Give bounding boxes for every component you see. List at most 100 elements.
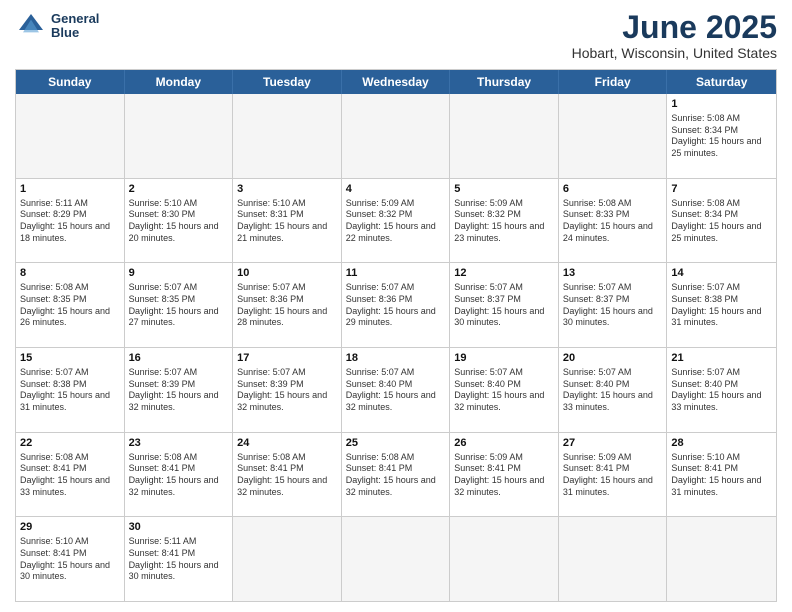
day-number: 8 [20, 266, 120, 281]
cell-info: Sunrise: 5:07 AMSunset: 8:40 PMDaylight:… [563, 367, 663, 414]
cell-info: Sunrise: 5:08 AMSunset: 8:35 PMDaylight:… [20, 282, 120, 329]
logo-line1: General [51, 12, 99, 26]
day-number: 4 [346, 182, 446, 197]
day-number: 6 [563, 182, 663, 197]
calendar: SundayMondayTuesdayWednesdayThursdayFrid… [15, 69, 777, 602]
day-number: 1 [671, 97, 772, 112]
cell-info: Sunrise: 5:11 AMSunset: 8:29 PMDaylight:… [20, 198, 120, 245]
cell-info: Sunrise: 5:09 AMSunset: 8:32 PMDaylight:… [454, 198, 554, 245]
day-cell-3: 3Sunrise: 5:10 AMSunset: 8:31 PMDaylight… [233, 179, 342, 263]
cell-info: Sunrise: 5:09 AMSunset: 8:41 PMDaylight:… [454, 452, 554, 499]
day-cell-15: 15Sunrise: 5:07 AMSunset: 8:38 PMDayligh… [16, 348, 125, 432]
cell-info: Sunrise: 5:08 AMSunset: 8:34 PMDaylight:… [671, 113, 772, 160]
empty-cell [667, 517, 776, 601]
day-cell-26: 26Sunrise: 5:09 AMSunset: 8:41 PMDayligh… [450, 433, 559, 517]
cell-info: Sunrise: 5:07 AMSunset: 8:35 PMDaylight:… [129, 282, 229, 329]
day-cell-17: 17Sunrise: 5:07 AMSunset: 8:39 PMDayligh… [233, 348, 342, 432]
day-number: 30 [129, 520, 229, 535]
cell-info: Sunrise: 5:07 AMSunset: 8:40 PMDaylight:… [671, 367, 772, 414]
cell-info: Sunrise: 5:10 AMSunset: 8:30 PMDaylight:… [129, 198, 229, 245]
day-cell-14: 14Sunrise: 5:07 AMSunset: 8:38 PMDayligh… [667, 263, 776, 347]
logo-line2: Blue [51, 26, 99, 40]
calendar-row-4: 22Sunrise: 5:08 AMSunset: 8:41 PMDayligh… [16, 433, 776, 518]
cell-info: Sunrise: 5:09 AMSunset: 8:41 PMDaylight:… [563, 452, 663, 499]
calendar-row-5: 29Sunrise: 5:10 AMSunset: 8:41 PMDayligh… [16, 517, 776, 601]
day-number: 5 [454, 182, 554, 197]
day-number: 1 [20, 182, 120, 197]
day-number: 23 [129, 436, 229, 451]
location: Hobart, Wisconsin, United States [572, 45, 777, 61]
empty-cell [559, 517, 668, 601]
day-number: 12 [454, 266, 554, 281]
cell-info: Sunrise: 5:08 AMSunset: 8:41 PMDaylight:… [346, 452, 446, 499]
day-cell-16: 16Sunrise: 5:07 AMSunset: 8:39 PMDayligh… [125, 348, 234, 432]
day-cell-23: 23Sunrise: 5:08 AMSunset: 8:41 PMDayligh… [125, 433, 234, 517]
day-header-friday: Friday [559, 70, 668, 94]
day-header-saturday: Saturday [667, 70, 776, 94]
day-cell-4: 4Sunrise: 5:09 AMSunset: 8:32 PMDaylight… [342, 179, 451, 263]
day-number: 11 [346, 266, 446, 281]
day-cell-29: 29Sunrise: 5:10 AMSunset: 8:41 PMDayligh… [16, 517, 125, 601]
day-number: 27 [563, 436, 663, 451]
day-number: 13 [563, 266, 663, 281]
calendar-row-2: 8Sunrise: 5:08 AMSunset: 8:35 PMDaylight… [16, 263, 776, 348]
cell-info: Sunrise: 5:10 AMSunset: 8:31 PMDaylight:… [237, 198, 337, 245]
logo-icon [15, 10, 47, 42]
day-header-sunday: Sunday [16, 70, 125, 94]
calendar-header: SundayMondayTuesdayWednesdayThursdayFrid… [16, 70, 776, 94]
cell-info: Sunrise: 5:07 AMSunset: 8:37 PMDaylight:… [454, 282, 554, 329]
day-number: 9 [129, 266, 229, 281]
cell-info: Sunrise: 5:07 AMSunset: 8:38 PMDaylight:… [20, 367, 120, 414]
day-number: 17 [237, 351, 337, 366]
day-number: 3 [237, 182, 337, 197]
day-cell-30: 30Sunrise: 5:11 AMSunset: 8:41 PMDayligh… [125, 517, 234, 601]
day-number: 26 [454, 436, 554, 451]
day-cell-1: 1Sunrise: 5:08 AMSunset: 8:34 PMDaylight… [667, 94, 776, 178]
cell-info: Sunrise: 5:08 AMSunset: 8:41 PMDaylight:… [129, 452, 229, 499]
day-cell-2: 2Sunrise: 5:10 AMSunset: 8:30 PMDaylight… [125, 179, 234, 263]
day-cell-12: 12Sunrise: 5:07 AMSunset: 8:37 PMDayligh… [450, 263, 559, 347]
empty-cell [125, 94, 234, 178]
calendar-body: 1Sunrise: 5:08 AMSunset: 8:34 PMDaylight… [16, 94, 776, 601]
day-cell-6: 6Sunrise: 5:08 AMSunset: 8:33 PMDaylight… [559, 179, 668, 263]
cell-info: Sunrise: 5:11 AMSunset: 8:41 PMDaylight:… [129, 536, 229, 583]
cell-info: Sunrise: 5:10 AMSunset: 8:41 PMDaylight:… [671, 452, 772, 499]
day-number: 29 [20, 520, 120, 535]
calendar-row-1: 1Sunrise: 5:11 AMSunset: 8:29 PMDaylight… [16, 179, 776, 264]
day-cell-5: 5Sunrise: 5:09 AMSunset: 8:32 PMDaylight… [450, 179, 559, 263]
cell-info: Sunrise: 5:07 AMSunset: 8:40 PMDaylight:… [346, 367, 446, 414]
day-cell-22: 22Sunrise: 5:08 AMSunset: 8:41 PMDayligh… [16, 433, 125, 517]
day-number: 18 [346, 351, 446, 366]
day-number: 20 [563, 351, 663, 366]
day-number: 2 [129, 182, 229, 197]
cell-info: Sunrise: 5:09 AMSunset: 8:32 PMDaylight:… [346, 198, 446, 245]
cell-info: Sunrise: 5:08 AMSunset: 8:41 PMDaylight:… [20, 452, 120, 499]
day-cell-8: 8Sunrise: 5:08 AMSunset: 8:35 PMDaylight… [16, 263, 125, 347]
day-cell-13: 13Sunrise: 5:07 AMSunset: 8:37 PMDayligh… [559, 263, 668, 347]
logo: General Blue [15, 10, 99, 42]
day-cell-21: 21Sunrise: 5:07 AMSunset: 8:40 PMDayligh… [667, 348, 776, 432]
day-header-wednesday: Wednesday [342, 70, 451, 94]
empty-cell [233, 94, 342, 178]
page: General Blue June 2025 Hobart, Wisconsin… [0, 0, 792, 612]
day-number: 16 [129, 351, 229, 366]
day-number: 14 [671, 266, 772, 281]
day-header-monday: Monday [125, 70, 234, 94]
empty-cell [559, 94, 668, 178]
day-number: 21 [671, 351, 772, 366]
cell-info: Sunrise: 5:08 AMSunset: 8:33 PMDaylight:… [563, 198, 663, 245]
cell-info: Sunrise: 5:07 AMSunset: 8:39 PMDaylight:… [129, 367, 229, 414]
cell-info: Sunrise: 5:07 AMSunset: 8:39 PMDaylight:… [237, 367, 337, 414]
cell-info: Sunrise: 5:07 AMSunset: 8:40 PMDaylight:… [454, 367, 554, 414]
empty-cell [450, 517, 559, 601]
empty-cell [450, 94, 559, 178]
cell-info: Sunrise: 5:07 AMSunset: 8:37 PMDaylight:… [563, 282, 663, 329]
day-cell-9: 9Sunrise: 5:07 AMSunset: 8:35 PMDaylight… [125, 263, 234, 347]
day-cell-25: 25Sunrise: 5:08 AMSunset: 8:41 PMDayligh… [342, 433, 451, 517]
day-cell-27: 27Sunrise: 5:09 AMSunset: 8:41 PMDayligh… [559, 433, 668, 517]
cell-info: Sunrise: 5:10 AMSunset: 8:41 PMDaylight:… [20, 536, 120, 583]
empty-cell [16, 94, 125, 178]
day-number: 24 [237, 436, 337, 451]
cell-info: Sunrise: 5:07 AMSunset: 8:36 PMDaylight:… [237, 282, 337, 329]
day-cell-20: 20Sunrise: 5:07 AMSunset: 8:40 PMDayligh… [559, 348, 668, 432]
